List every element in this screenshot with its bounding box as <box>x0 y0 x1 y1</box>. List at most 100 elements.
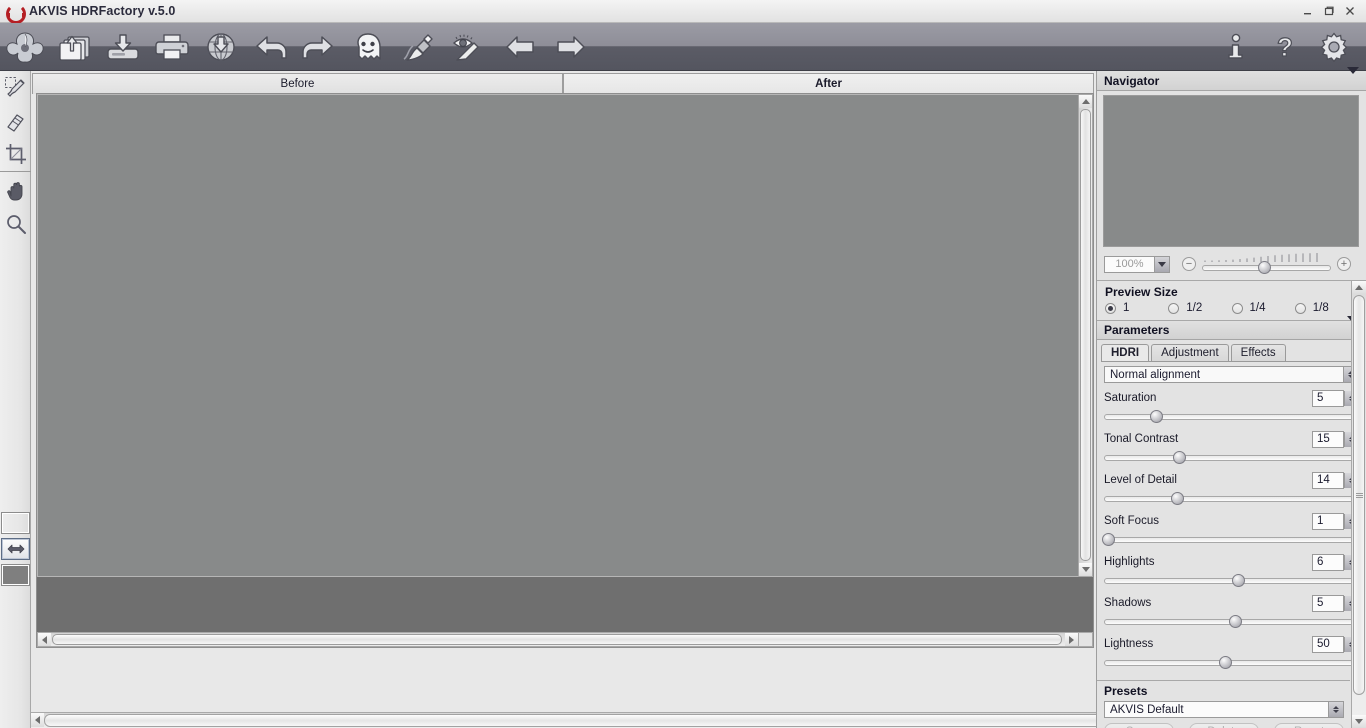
scroll-up-icon[interactable] <box>1079 95 1092 108</box>
radio-icon[interactable] <box>1105 302 1116 314</box>
highlights-slider[interactable] <box>1104 573 1359 587</box>
zoom-slider-knob[interactable] <box>1258 261 1271 274</box>
canvas-vertical-scroll-thumb[interactable] <box>1080 109 1091 561</box>
swap-colors-button[interactable] <box>1 538 30 560</box>
panel-vertical-scroll-thumb[interactable] <box>1353 295 1365 695</box>
slider-knob[interactable] <box>1231 574 1245 587</box>
preset-spinner-icon[interactable] <box>1328 702 1343 717</box>
save-image-button[interactable] <box>98 24 147 70</box>
level-of-detail-value[interactable]: 14 <box>1312 471 1344 489</box>
panel-vertical-scrollbar[interactable] <box>1351 281 1366 728</box>
window-scroll-left-icon[interactable] <box>31 713 44 727</box>
navigator-header[interactable]: Navigator <box>1097 66 1366 91</box>
caret-down-icon[interactable] <box>1347 66 1359 88</box>
canvas-horizontal-scrollbar[interactable] <box>37 632 1079 647</box>
undo-button[interactable] <box>245 24 294 70</box>
highlights-label: Highlights <box>1104 556 1155 568</box>
tool-zoom[interactable] <box>0 207 31 240</box>
redo-button[interactable] <box>294 24 343 70</box>
zoom-in-button[interactable]: + <box>1337 257 1351 271</box>
tab-after[interactable]: After <box>563 73 1094 94</box>
foreground-color-swatch[interactable] <box>1 512 30 534</box>
navigator-thumbnail[interactable] <box>1103 95 1359 247</box>
back-button[interactable] <box>496 24 545 70</box>
reset-preset-button[interactable]: Reset <box>1274 723 1344 728</box>
slider-track <box>1104 455 1359 461</box>
slider-knob[interactable] <box>1170 492 1184 505</box>
image-frame <box>36 93 1094 648</box>
shadows-value[interactable]: 5 <box>1312 594 1344 612</box>
alignment-combobox[interactable]: Normal alignment <box>1104 366 1359 383</box>
panel-scroll-up-icon[interactable] <box>1352 281 1366 294</box>
image-canvas[interactable] <box>37 94 1079 577</box>
radio-icon[interactable] <box>1231 302 1243 314</box>
publish-button[interactable] <box>196 24 245 70</box>
restore-icon[interactable] <box>1318 1 1339 21</box>
radio-icon[interactable] <box>1168 302 1180 314</box>
window-horizontal-scroll-thumb[interactable] <box>44 714 1112 727</box>
slider-knob[interactable] <box>1219 656 1233 669</box>
zoom-level-combobox[interactable]: 100% <box>1104 255 1170 273</box>
zoom-dropdown-caret-icon[interactable] <box>1154 256 1169 272</box>
ghost-button[interactable] <box>343 24 392 70</box>
soft-focus-value[interactable]: 1 <box>1312 512 1344 530</box>
slider-knob[interactable] <box>1101 533 1115 546</box>
tonal-contrast-slider[interactable] <box>1104 450 1359 464</box>
tab-adjustment[interactable]: Adjustment <box>1151 344 1229 361</box>
scrollbar-corner <box>1078 632 1093 647</box>
about-button[interactable] <box>1211 24 1260 70</box>
tool-hand[interactable] <box>0 174 31 207</box>
panel-scroll-down-icon[interactable] <box>1352 715 1366 728</box>
scroll-left-icon[interactable] <box>38 633 51 646</box>
background-color-swatch[interactable] <box>1 564 30 586</box>
save-preset-button[interactable]: Save <box>1104 723 1174 728</box>
shadows-slider[interactable] <box>1104 614 1359 628</box>
preview-size-1[interactable]: 1 <box>1105 302 1168 314</box>
zoom-slider[interactable] <box>1202 253 1331 275</box>
soft-focus-slider[interactable] <box>1101 532 1359 546</box>
delete-preset-button[interactable]: Delete <box>1189 723 1259 728</box>
window-horizontal-scrollbar[interactable] <box>31 712 1127 728</box>
close-icon[interactable] <box>1339 1 1360 21</box>
eye-button[interactable] <box>441 24 490 70</box>
tool-eraser[interactable] <box>0 104 31 137</box>
slider-knob[interactable] <box>1229 615 1243 628</box>
saturation-label: Saturation <box>1104 392 1157 404</box>
tool-palette <box>0 71 31 728</box>
highlights-value[interactable]: 6 <box>1312 553 1344 571</box>
hdrfactory-logo-button[interactable] <box>0 24 49 70</box>
slider-knob[interactable] <box>1173 451 1187 464</box>
help-button[interactable]: ? <box>1260 24 1309 70</box>
canvas-vertical-scrollbar[interactable] <box>1078 94 1093 577</box>
tool-crop[interactable] <box>0 137 31 170</box>
lightness-slider[interactable] <box>1104 655 1359 669</box>
brush-button[interactable] <box>392 24 441 70</box>
saturation-slider[interactable] <box>1104 409 1359 423</box>
tab-before[interactable]: Before <box>32 73 563 94</box>
preset-combobox[interactable]: AKVIS Default <box>1104 701 1344 718</box>
canvas-horizontal-scroll-thumb[interactable] <box>52 634 1062 645</box>
tonal-contrast-value[interactable]: 15 <box>1312 430 1344 448</box>
zoom-out-button[interactable]: − <box>1182 257 1196 271</box>
navigator-zoom-controls: 100% − + <box>1104 252 1360 276</box>
parameters-header[interactable]: Parameters <box>1097 316 1366 340</box>
print-image-button[interactable] <box>147 24 196 70</box>
radio-icon[interactable] <box>1294 302 1306 314</box>
saturation-value[interactable]: 5 <box>1312 389 1344 407</box>
tab-hdri[interactable]: HDRI <box>1101 344 1150 361</box>
preferences-button[interactable] <box>1309 24 1358 70</box>
preview-size-1-8[interactable]: 1/8 <box>1294 302 1358 314</box>
scroll-down-icon[interactable] <box>1079 563 1092 576</box>
tool-smudge-brush[interactable] <box>0 71 31 104</box>
preview-size-1-2[interactable]: 1/2 <box>1168 302 1231 314</box>
preview-size-1-4-label: 1/4 <box>1249 302 1266 314</box>
tab-effects[interactable]: Effects <box>1230 344 1286 361</box>
slider-knob[interactable] <box>1150 410 1164 423</box>
open-image-button[interactable] <box>49 24 98 70</box>
scroll-right-icon[interactable] <box>1065 633 1078 646</box>
level-of-detail-slider[interactable] <box>1104 491 1359 505</box>
minimize-icon[interactable] <box>1297 1 1318 21</box>
lightness-value[interactable]: 50 <box>1312 635 1344 653</box>
preview-size-1-4[interactable]: 1/4 <box>1231 302 1295 314</box>
forward-button[interactable] <box>545 24 594 70</box>
